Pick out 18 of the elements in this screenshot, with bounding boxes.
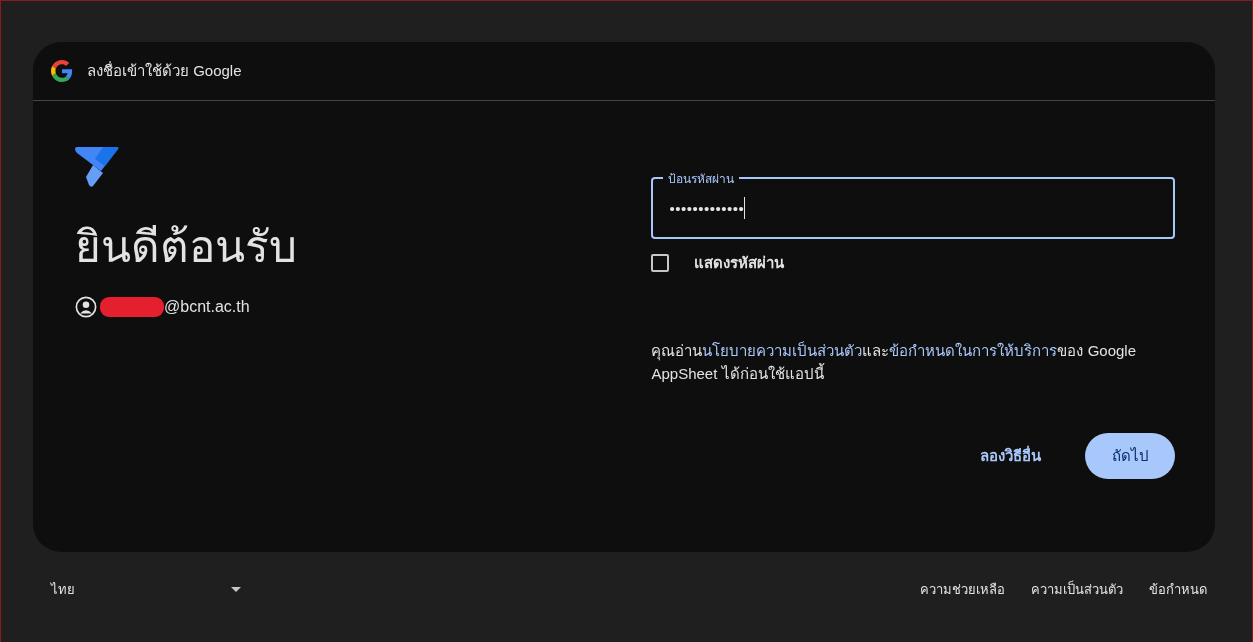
language-selector[interactable]: ไทย [33, 579, 241, 600]
footer-link[interactable]: ข้อกำหนด [1141, 573, 1215, 606]
next-button[interactable]: ถัดไป [1085, 433, 1175, 479]
footer-link[interactable]: ความช่วยเหลือ [912, 573, 1013, 606]
account-email: @bcnt.ac.th [164, 297, 250, 316]
welcome-heading: ยินดีต้อนรับ [75, 221, 298, 273]
show-password-label[interactable]: แสดงรหัสผ่าน [694, 251, 785, 275]
account-avatar-icon [75, 295, 97, 318]
google-logo-icon [51, 60, 73, 82]
consent-link[interactable]: ข้อกำหนดในการให้บริการ [889, 342, 1058, 359]
show-password-checkbox[interactable] [651, 254, 670, 272]
app-logo-icon [75, 147, 119, 187]
footer-link[interactable]: ความเป็นส่วนตัว [1023, 573, 1131, 606]
try-another-way-button[interactable]: ลองวิธีอื่น [966, 433, 1055, 479]
header-title: ลงชื่อเข้าใช้ด้วย Google [87, 60, 242, 81]
consent-text: คุณอ่านนโยบายความเป็นส่วนตัวและข้อกำหนดในการให้บริการของ Google AppSheet ได้ก่อนใช้แอปนี้ [651, 340, 1137, 384]
consent-link[interactable]: นโยบายความเป็นส่วนตัว [702, 342, 863, 359]
dropdown-caret-icon [231, 587, 241, 592]
